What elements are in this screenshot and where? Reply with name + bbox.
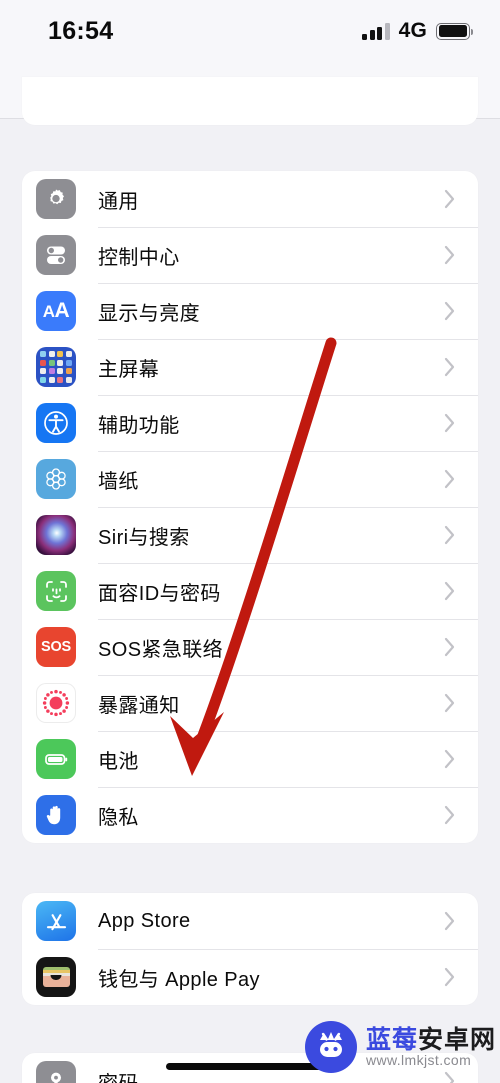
settings-row-privacy[interactable]: 隐私 (22, 787, 478, 843)
chevron-right-icon (444, 413, 456, 433)
settings-row-label: 暴露通知 (98, 694, 180, 717)
gear-icon (36, 179, 76, 219)
status-bar-clock: 16:54 (48, 16, 114, 45)
settings-row-wallet-apple-pay[interactable]: 钱包与 Apple Pay (22, 949, 478, 1005)
settings-row-label: 电池 (98, 750, 139, 773)
settings-row-app-store[interactable]: App Store (22, 893, 478, 949)
settings-row-label: 墙纸 (98, 470, 139, 493)
chevron-right-icon (444, 637, 456, 657)
password-key-icon (36, 1061, 76, 1083)
clipped-group-above (22, 77, 478, 125)
chevron-right-icon (444, 911, 456, 931)
settings-row-label: 辅助功能 (98, 414, 180, 437)
settings-row-label: 显示与亮度 (98, 302, 200, 325)
chevron-right-icon (444, 525, 456, 545)
siri-icon (36, 515, 76, 555)
settings-row-label: 通用 (98, 190, 139, 213)
chevron-right-icon (444, 357, 456, 377)
settings-row-siri-search[interactable]: Siri与搜索 (22, 507, 478, 563)
control-center-icon (36, 235, 76, 275)
watermark-name-secondary: 安卓网 (417, 1025, 496, 1054)
exposure-notification-icon (36, 683, 76, 723)
chevron-right-icon (444, 805, 456, 825)
chevron-right-icon (444, 189, 456, 209)
display-aa-icon: AA (36, 291, 76, 331)
status-bar: 16:54 4G (0, 0, 500, 62)
wallet-cards-glyph (42, 967, 70, 987)
chevron-right-icon (444, 967, 456, 987)
settings-row-accessibility[interactable]: 辅助功能 (22, 395, 478, 451)
iphone-settings-screen: 16:54 4G 设置 通用 (0, 0, 500, 1083)
settings-row-battery[interactable]: 电池 (22, 731, 478, 787)
chevron-right-icon (444, 749, 456, 769)
wallpaper-icon (36, 459, 76, 499)
status-bar-indicators: 4G (362, 19, 474, 43)
settings-row-label: 控制中心 (98, 246, 180, 269)
accessibility-icon (36, 403, 76, 443)
privacy-hand-icon (36, 795, 76, 835)
settings-scroll-view[interactable]: 通用 控制中心 AA 显示与亮度 主屏幕 辅助功能 墙纸 Siri与搜索 面容I… (0, 77, 500, 1083)
face-id-icon (36, 571, 76, 611)
settings-row-label: 密码 (98, 1067, 139, 1083)
settings-row-general[interactable]: 通用 (22, 171, 478, 227)
settings-row-label: App Store (98, 909, 191, 932)
sos-icon: SOS (36, 627, 76, 667)
sos-glyph: SOS (40, 639, 72, 655)
settings-group-store: App Store 钱包与 Apple Pay (22, 893, 478, 1005)
battery-icon (436, 22, 474, 40)
app-grid-glyph (40, 351, 72, 383)
settings-row-label: Siri与搜索 (98, 526, 190, 549)
site-watermark: 蓝莓安卓网 www.lmkjst.com (304, 1021, 496, 1073)
watermark-name-primary: 蓝莓 (365, 1025, 418, 1054)
settings-row-face-id-passcode[interactable]: 面容ID与密码 (22, 563, 478, 619)
settings-row-label: 主屏幕 (98, 358, 160, 381)
chevron-right-icon (444, 301, 456, 321)
settings-row-home-screen[interactable]: 主屏幕 (22, 339, 478, 395)
settings-group-system: 通用 控制中心 AA 显示与亮度 主屏幕 辅助功能 墙纸 Siri与搜索 面容I… (22, 171, 478, 843)
app-store-icon (36, 901, 76, 941)
cellular-signal-icon (362, 23, 390, 40)
wallet-icon (36, 957, 76, 997)
settings-row-exposure-notifications[interactable]: 暴露通知 (22, 675, 478, 731)
settings-row-label: SOS紧急联络 (98, 638, 224, 661)
chevron-right-icon (444, 693, 456, 713)
chevron-right-icon (444, 245, 456, 265)
settings-row-emergency-sos[interactable]: SOS SOS紧急联络 (22, 619, 478, 675)
aa-glyph: AA (42, 299, 70, 322)
watermark-site-name: 蓝莓安卓网 (365, 1025, 496, 1054)
chevron-right-icon (444, 581, 456, 601)
home-screen-icon (36, 347, 76, 387)
settings-row-label: 钱包与 Apple Pay (98, 968, 260, 991)
settings-row-wallpaper[interactable]: 墙纸 (22, 451, 478, 507)
watermark-text: 蓝莓安卓网 www.lmkjst.com (365, 1025, 496, 1068)
settings-row-label: 隐私 (98, 806, 139, 829)
settings-row-display-brightness[interactable]: AA 显示与亮度 (22, 283, 478, 339)
battery-icon (36, 739, 76, 779)
settings-row-control-center[interactable]: 控制中心 (22, 227, 478, 283)
chevron-right-icon (444, 469, 456, 489)
network-type-label: 4G (398, 19, 427, 42)
watermark-robot-icon (304, 1021, 357, 1073)
watermark-url: www.lmkjst.com (365, 1051, 472, 1068)
settings-row-label: 面容ID与密码 (98, 582, 221, 605)
